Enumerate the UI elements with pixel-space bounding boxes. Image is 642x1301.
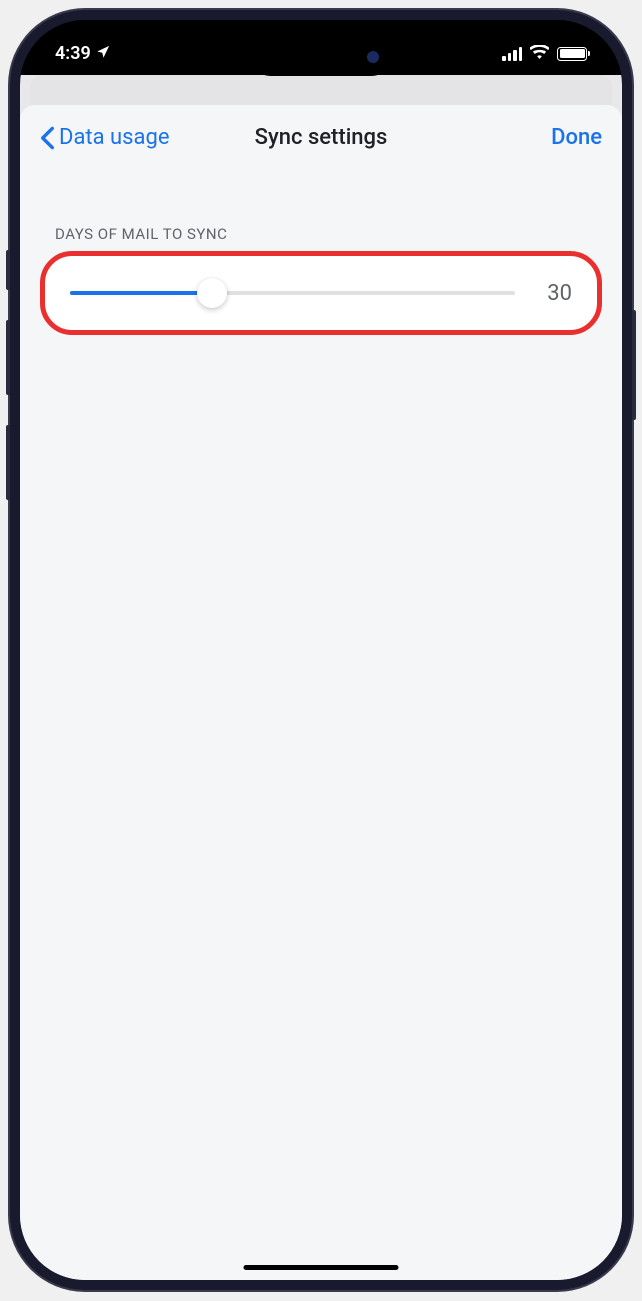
- power-button: [632, 310, 636, 420]
- home-indicator[interactable]: [244, 1265, 399, 1270]
- status-time-group: 4:39: [55, 43, 111, 64]
- status-time: 4:39: [55, 43, 91, 64]
- slider-thumb[interactable]: [197, 278, 227, 308]
- mute-switch: [6, 250, 10, 290]
- wifi-icon: [530, 44, 549, 63]
- cellular-icon: [502, 47, 522, 61]
- status-indicators: [502, 44, 587, 63]
- page-title: Sync settings: [255, 125, 388, 150]
- phone-side-buttons-right: [632, 310, 636, 420]
- phone-side-buttons-left: [6, 250, 10, 530]
- section-header: DAYS OF MAIL TO SYNC: [40, 225, 602, 251]
- dynamic-island: [251, 38, 391, 76]
- done-button[interactable]: Done: [551, 125, 602, 150]
- volume-down-button: [6, 425, 10, 500]
- battery-icon: [557, 47, 587, 61]
- content-area: DAYS OF MAIL TO SYNC 30: [20, 170, 622, 335]
- slider-track: [70, 291, 515, 295]
- navigation-bar: Data usage Sync settings Done: [20, 105, 622, 170]
- slider-value-label: 30: [537, 281, 572, 306]
- volume-up-button: [6, 320, 10, 395]
- app-modal-sheet: Data usage Sync settings Done DAYS OF MA…: [20, 105, 622, 1280]
- back-button[interactable]: Data usage: [40, 125, 170, 150]
- phone-frame: 4:39: [10, 10, 632, 1290]
- phone-screen: 4:39: [20, 20, 622, 1280]
- location-icon: [96, 43, 111, 64]
- sync-days-slider[interactable]: [70, 278, 515, 308]
- front-camera: [367, 51, 379, 63]
- back-button-label: Data usage: [59, 125, 170, 150]
- sync-days-slider-card: 30: [40, 251, 602, 335]
- slider-fill: [70, 291, 212, 295]
